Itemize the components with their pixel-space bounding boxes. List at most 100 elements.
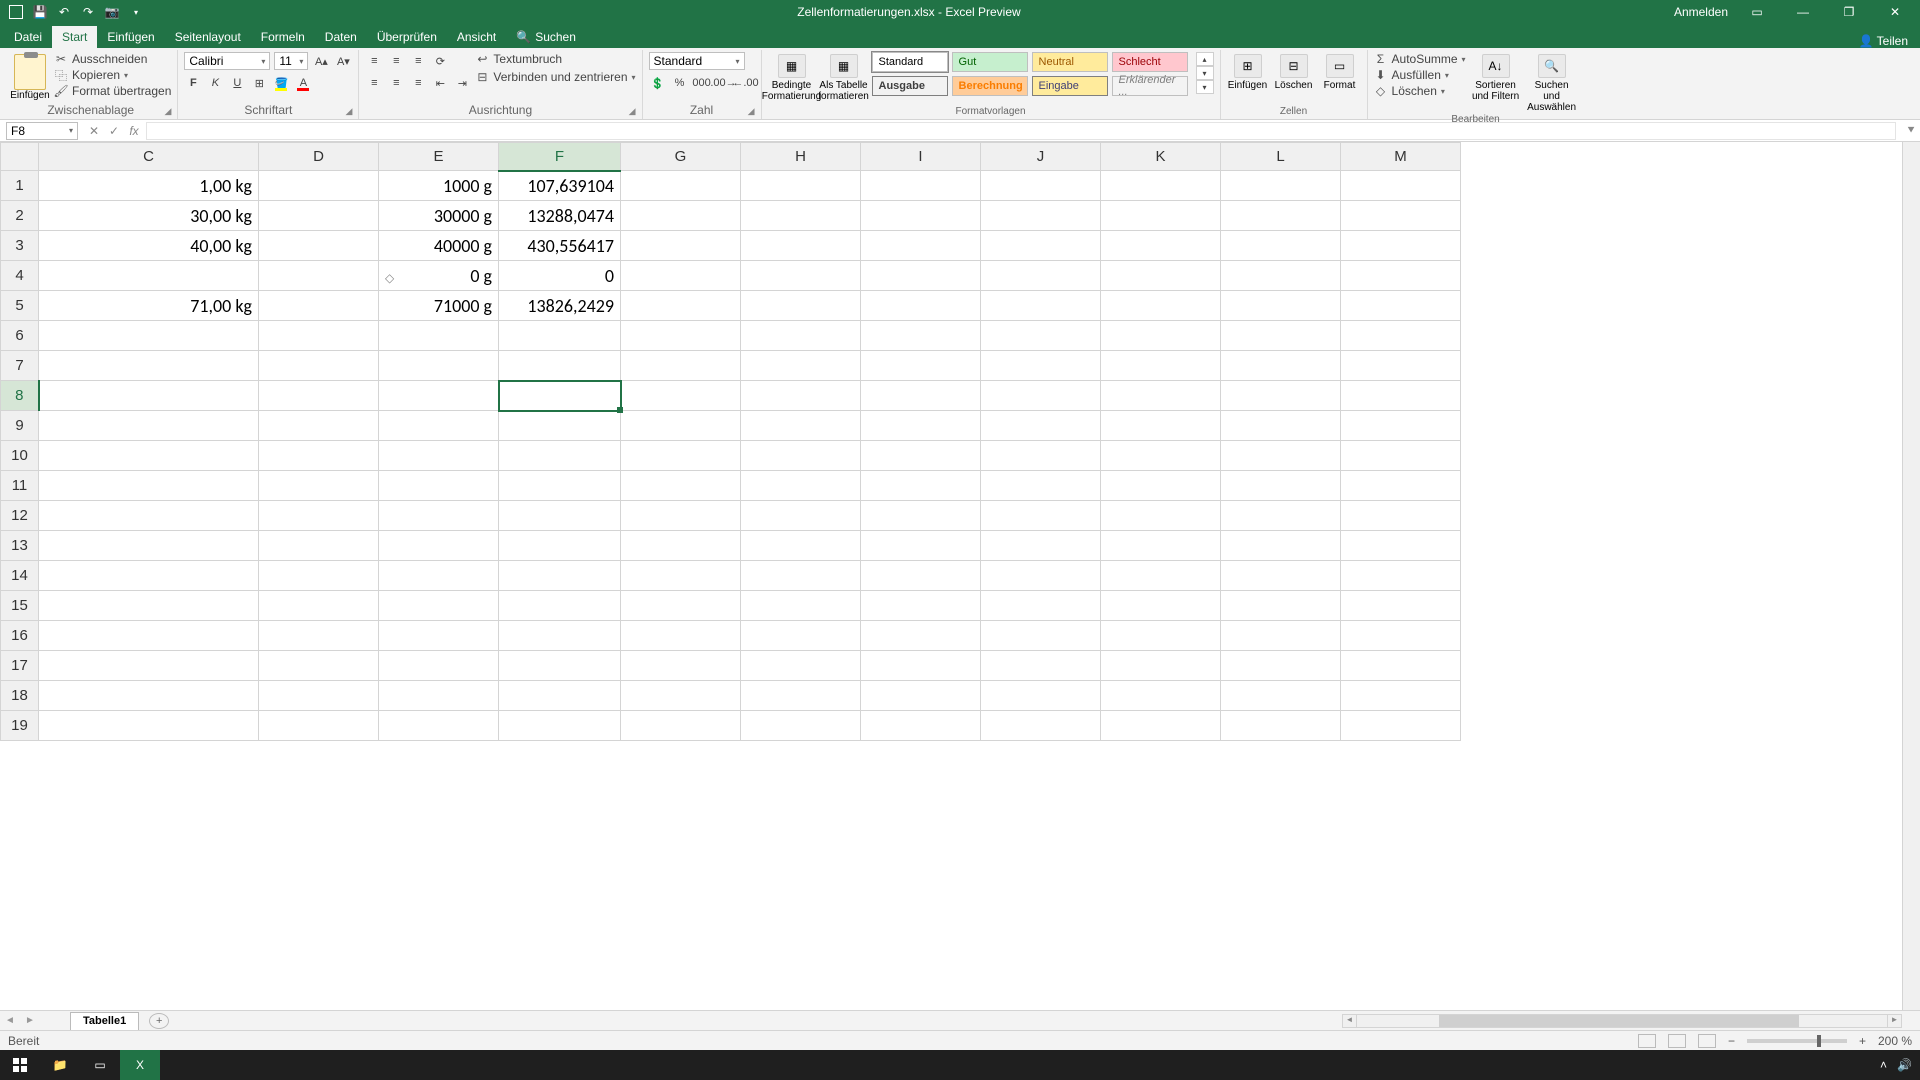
tab-formulas[interactable]: Formeln xyxy=(251,26,315,48)
cell-G11[interactable] xyxy=(621,471,741,501)
cell-F8[interactable] xyxy=(499,381,621,411)
share-button[interactable]: 👤 Teilen xyxy=(1859,34,1908,48)
cell-F17[interactable] xyxy=(499,651,621,681)
cell-D1[interactable] xyxy=(259,171,379,201)
cell-C11[interactable] xyxy=(39,471,259,501)
cell-E3[interactable]: 40000 g xyxy=(379,231,499,261)
font-color-button[interactable]: A xyxy=(294,74,312,92)
row-header-4[interactable]: 4 xyxy=(1,261,39,291)
cell-L4[interactable] xyxy=(1221,261,1341,291)
cell-D17[interactable] xyxy=(259,651,379,681)
cell-H11[interactable] xyxy=(741,471,861,501)
cell-M2[interactable] xyxy=(1341,201,1461,231)
cell-M9[interactable] xyxy=(1341,411,1461,441)
cell-M1[interactable] xyxy=(1341,171,1461,201)
cell-I6[interactable] xyxy=(861,321,981,351)
cell-H3[interactable] xyxy=(741,231,861,261)
taskbar-app-icon[interactable]: ▭ xyxy=(80,1050,120,1080)
cell-L17[interactable] xyxy=(1221,651,1341,681)
format-as-table-button[interactable]: ▦ Als Tabelle formatieren xyxy=(820,52,868,102)
cell-M19[interactable] xyxy=(1341,711,1461,741)
tab-start[interactable]: Start xyxy=(52,26,97,48)
cell-L16[interactable] xyxy=(1221,621,1341,651)
cell-G12[interactable] xyxy=(621,501,741,531)
cell-F16[interactable] xyxy=(499,621,621,651)
cell-K7[interactable] xyxy=(1101,351,1221,381)
cell-C15[interactable] xyxy=(39,591,259,621)
cell-L9[interactable] xyxy=(1221,411,1341,441)
zoom-level[interactable]: 200 % xyxy=(1878,1034,1912,1048)
tab-insert[interactable]: Einfügen xyxy=(97,26,164,48)
format-painter-button[interactable]: 🖌Format übertragen xyxy=(54,84,171,98)
row-header-1[interactable]: 1 xyxy=(1,171,39,201)
cell-L19[interactable] xyxy=(1221,711,1341,741)
align-left-icon[interactable]: ≡ xyxy=(365,74,383,92)
taskbar-excel-icon[interactable]: X xyxy=(120,1050,160,1080)
cell-M18[interactable] xyxy=(1341,681,1461,711)
cell-K12[interactable] xyxy=(1101,501,1221,531)
cell-F11[interactable] xyxy=(499,471,621,501)
col-header-D[interactable]: D xyxy=(259,143,379,171)
cell-H15[interactable] xyxy=(741,591,861,621)
cell-F3[interactable]: 430,556417 xyxy=(499,231,621,261)
cell-H14[interactable] xyxy=(741,561,861,591)
ribbon-display-icon[interactable]: ▭ xyxy=(1740,0,1774,24)
cell-G5[interactable] xyxy=(621,291,741,321)
cell-F10[interactable] xyxy=(499,441,621,471)
cell-L11[interactable] xyxy=(1221,471,1341,501)
cell-E18[interactable] xyxy=(379,681,499,711)
cell-E16[interactable] xyxy=(379,621,499,651)
cell-H17[interactable] xyxy=(741,651,861,681)
cell-C8[interactable] xyxy=(39,381,259,411)
cell-G8[interactable] xyxy=(621,381,741,411)
minimize-button[interactable]: — xyxy=(1786,0,1820,24)
cell-H6[interactable] xyxy=(741,321,861,351)
row-header-14[interactable]: 14 xyxy=(1,561,39,591)
cell-G7[interactable] xyxy=(621,351,741,381)
cell-K9[interactable] xyxy=(1101,411,1221,441)
cell-K11[interactable] xyxy=(1101,471,1221,501)
cell-I18[interactable] xyxy=(861,681,981,711)
cell-I19[interactable] xyxy=(861,711,981,741)
cells-format-button[interactable]: ▭Format xyxy=(1319,52,1361,91)
cell-C5[interactable]: 71,00 kg xyxy=(39,291,259,321)
cell-J13[interactable] xyxy=(981,531,1101,561)
cell-I16[interactable] xyxy=(861,621,981,651)
increase-decimal-icon[interactable]: .00→ xyxy=(715,74,733,92)
cell-C1[interactable]: 1,00 kg xyxy=(39,171,259,201)
cell-D7[interactable] xyxy=(259,351,379,381)
cell-K16[interactable] xyxy=(1101,621,1221,651)
row-header-13[interactable]: 13 xyxy=(1,531,39,561)
cell-E9[interactable] xyxy=(379,411,499,441)
cell-E11[interactable] xyxy=(379,471,499,501)
row-header-16[interactable]: 16 xyxy=(1,621,39,651)
style-gut[interactable]: Gut xyxy=(952,52,1028,72)
zoom-out-icon[interactable]: − xyxy=(1728,1034,1735,1048)
cell-M17[interactable] xyxy=(1341,651,1461,681)
cell-F19[interactable] xyxy=(499,711,621,741)
cell-K5[interactable] xyxy=(1101,291,1221,321)
font-size-combo[interactable]: 11▾ xyxy=(274,52,308,70)
tray-volume-icon[interactable]: 🔊 xyxy=(1897,1058,1912,1072)
cell-G4[interactable] xyxy=(621,261,741,291)
cell-I13[interactable] xyxy=(861,531,981,561)
cell-E13[interactable] xyxy=(379,531,499,561)
redo-icon[interactable]: ↷ xyxy=(80,4,96,20)
cell-E12[interactable] xyxy=(379,501,499,531)
cell-I8[interactable] xyxy=(861,381,981,411)
vertical-scrollbar[interactable] xyxy=(1902,142,1920,1010)
cell-H5[interactable] xyxy=(741,291,861,321)
cell-K2[interactable] xyxy=(1101,201,1221,231)
view-normal-icon[interactable] xyxy=(1638,1034,1656,1048)
view-page-break-icon[interactable] xyxy=(1698,1034,1716,1048)
clear-button[interactable]: ◇Löschen ▾ xyxy=(1374,84,1466,98)
cell-F12[interactable] xyxy=(499,501,621,531)
row-header-7[interactable]: 7 xyxy=(1,351,39,381)
cell-G1[interactable] xyxy=(621,171,741,201)
cell-L3[interactable] xyxy=(1221,231,1341,261)
cell-C16[interactable] xyxy=(39,621,259,651)
cell-K17[interactable] xyxy=(1101,651,1221,681)
cell-K13[interactable] xyxy=(1101,531,1221,561)
row-header-8[interactable]: 8 xyxy=(1,381,39,411)
row-header-10[interactable]: 10 xyxy=(1,441,39,471)
